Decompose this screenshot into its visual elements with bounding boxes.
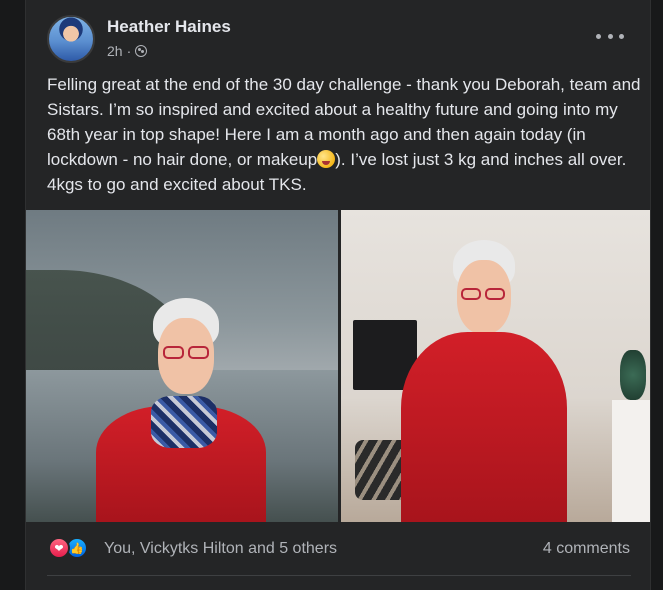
author-avatar[interactable] xyxy=(47,15,95,63)
person-figure xyxy=(401,240,571,522)
heart-icon: ❤ xyxy=(48,537,70,559)
photo-before[interactable] xyxy=(26,210,338,522)
post-card: Heather Haines 2h · Felling great at the… xyxy=(25,0,651,590)
dot-icon xyxy=(619,33,624,39)
more-options-icon[interactable] xyxy=(596,26,624,46)
person-figure xyxy=(96,298,266,522)
dot-icon xyxy=(607,33,613,39)
cabinet-shape xyxy=(612,400,650,522)
dot-icon xyxy=(596,33,601,39)
meta-separator: · xyxy=(126,43,132,59)
divider xyxy=(47,575,631,576)
grinning-face-emoji-icon xyxy=(317,150,336,168)
globe-icon[interactable] xyxy=(135,45,148,57)
post-text: Felling great at the end of the 30 day c… xyxy=(47,72,643,197)
comments-count[interactable]: 4 comments xyxy=(543,540,630,558)
post-meta: 2h · xyxy=(107,43,148,59)
reactions-bar: ❤ 👍 You, Vickytks Hilton and 5 others 4 … xyxy=(26,526,650,572)
photo-collage xyxy=(26,210,650,522)
reaction-icons[interactable]: ❤ 👍 xyxy=(48,537,94,561)
post-header: Heather Haines 2h · xyxy=(26,0,650,70)
photo-after[interactable] xyxy=(341,210,650,522)
plant-shape xyxy=(620,350,646,400)
post-timestamp[interactable]: 2h xyxy=(107,43,123,59)
author-name[interactable]: Heather Haines xyxy=(107,17,231,37)
reaction-summary[interactable]: You, Vickytks Hilton and 5 others xyxy=(104,540,337,558)
